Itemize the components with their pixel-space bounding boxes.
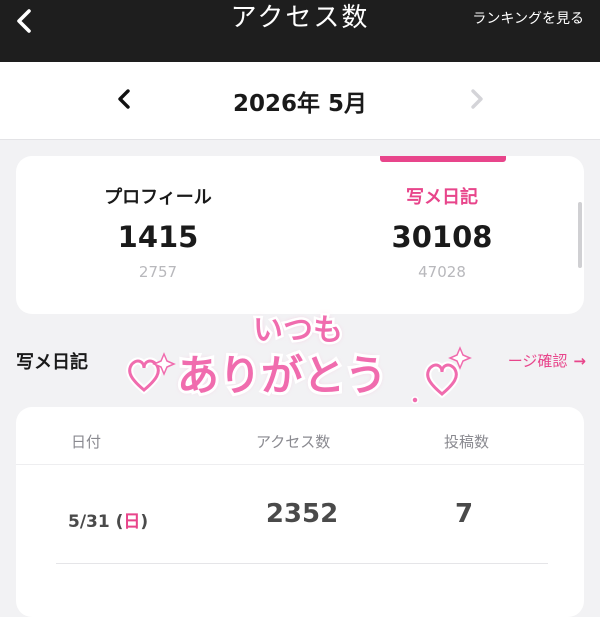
profile-label: プロフィール <box>104 187 212 208</box>
row-dow-open: ( <box>109 512 124 532</box>
access-table: 日付 アクセス数 投稿数 5/31 (日) 2352 7 <box>16 407 584 617</box>
arrow-right-icon: → <box>573 352 586 370</box>
photo-diary-value: 30108 <box>391 220 493 254</box>
heart-icon <box>424 361 460 399</box>
section-title: 写メ日記 <box>16 352 88 373</box>
column-header-access: アクセス数 <box>256 433 331 451</box>
sticker-line2: ありがとう <box>177 351 387 400</box>
app-header: アクセス数 ランキングを見る <box>0 0 600 62</box>
section-link[interactable]: ージ確認 → <box>508 350 586 371</box>
heart-icon <box>126 357 162 395</box>
sticker-line1: いつも <box>253 313 343 348</box>
scrollbar-thumb[interactable] <box>578 202 582 268</box>
profile-value: 1415 <box>117 220 199 254</box>
current-month-label: 2026年 5月 <box>232 91 368 117</box>
row-date-value: 5/31 <box>68 512 110 532</box>
column-header-posts: 投稿数 <box>444 433 490 451</box>
next-month-chevron-right-icon[interactable] <box>466 88 488 110</box>
header-divider <box>16 464 584 465</box>
section-link-label: ージ確認 <box>507 352 568 370</box>
month-navigator: 2026年 5月 <box>0 62 600 140</box>
photo-diary-label: 写メ日記 <box>406 187 478 208</box>
row-post-count: 7 <box>454 499 474 529</box>
thank-you-sticker: いつも いつも ありがとう ありがとう <box>126 311 472 404</box>
sparkle-dot-icon <box>411 396 419 404</box>
row-access-count: 2352 <box>265 499 339 529</box>
column-header-date: 日付 <box>71 433 102 451</box>
ranking-link[interactable]: ランキングを見る <box>472 10 584 28</box>
row-day-of-week: 日 <box>123 512 141 532</box>
profile-sub-value: 2757 <box>138 263 178 281</box>
tab-photo-diary[interactable]: 写メ日記 30108 47028 <box>312 186 572 282</box>
photo-diary-sub-value: 47028 <box>418 263 466 281</box>
tab-profile[interactable]: プロフィール 1415 2757 <box>28 186 288 282</box>
row-divider <box>56 563 548 564</box>
selected-tab-indicator <box>380 156 506 162</box>
row-dow-close: ) <box>140 512 149 532</box>
summary-card: プロフィール 1415 2757 写メ日記 30108 47028 <box>16 156 584 314</box>
row-date: 5/31 (日) <box>68 507 148 532</box>
